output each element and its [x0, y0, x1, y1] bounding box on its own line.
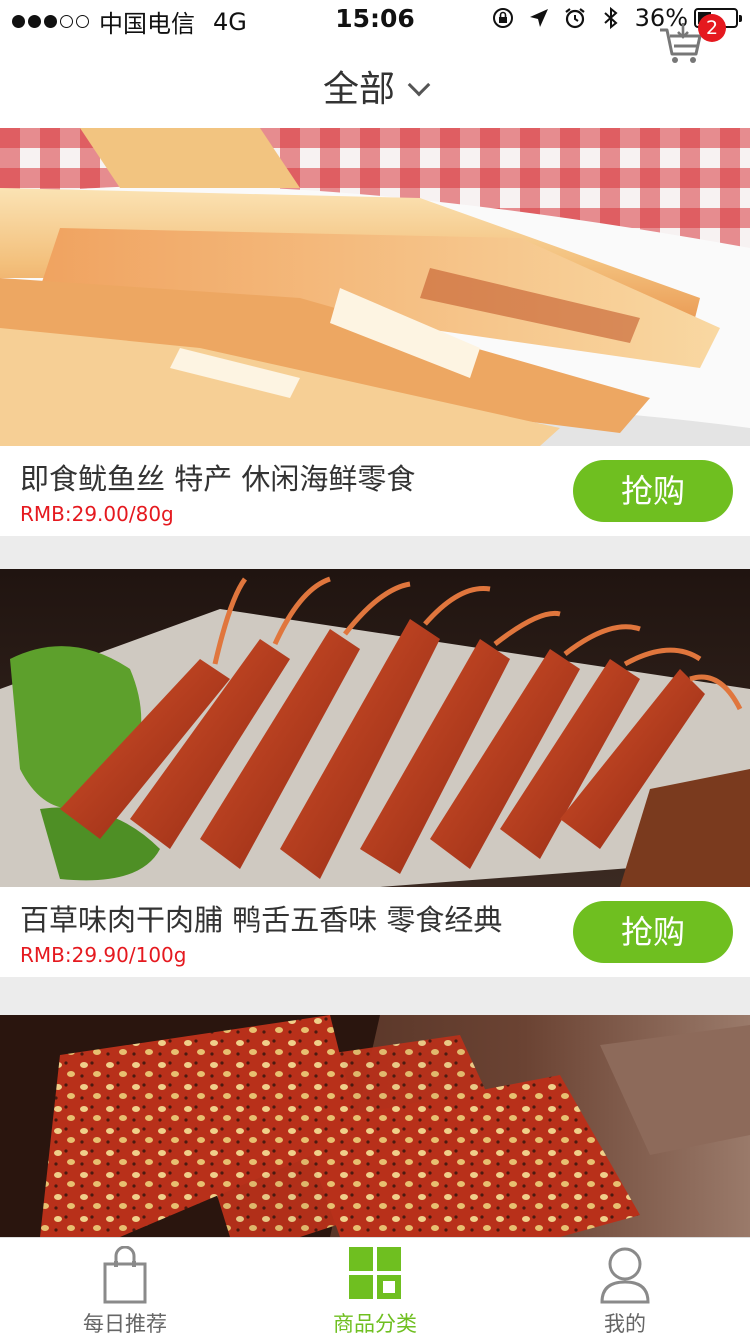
category-grid-icon	[349, 1247, 401, 1299]
tab-label: 每日推荐	[83, 1312, 167, 1334]
duck-tongue-photo[interactable]	[0, 569, 750, 887]
product-card[interactable]	[0, 1015, 750, 1237]
product-info: 即食鱿鱼丝 特产 休闲海鲜零食 RMB:29.00/80g 抢购	[0, 446, 750, 536]
nav-bar: 全部	[0, 40, 750, 128]
product-name: 即食鱿鱼丝 特产 休闲海鲜零食	[20, 462, 416, 496]
rotation-lock-icon	[492, 8, 513, 28]
alarm-clock-icon	[564, 8, 585, 29]
cart-count-badge: 2	[698, 14, 726, 42]
location-arrow-icon	[529, 9, 548, 27]
tab-label: 商品分类	[333, 1312, 417, 1334]
buy-now-button[interactable]: 抢购	[573, 901, 733, 963]
product-info: 百草味肉干肉脯 鸭舌五香味 零食经典 RMB:29.90/100g 抢购	[0, 887, 750, 977]
category-title: 全部	[322, 69, 395, 110]
tab-daily-recommend[interactable]: 每日推荐	[0, 1238, 250, 1334]
product-card[interactable]: 百草味肉干肉脯 鸭舌五香味 零食经典 RMB:29.90/100g 抢购	[0, 569, 750, 977]
category-dropdown[interactable]: 全部	[0, 60, 750, 112]
product-name: 百草味肉干肉脯 鸭舌五香味 零食经典	[20, 903, 503, 937]
product-price: RMB:29.90/100g	[20, 943, 187, 967]
dried-squid-photo[interactable]	[0, 128, 750, 446]
tab-label: 我的	[604, 1312, 646, 1334]
status-bar: 中国电信 4G 15:06 36%	[0, 0, 750, 40]
tab-bar: 每日推荐 商品分类 我的	[0, 1237, 750, 1334]
chevron-down-icon	[407, 73, 431, 97]
buy-now-button[interactable]: 抢购	[573, 460, 733, 522]
bluetooth-icon	[603, 6, 618, 30]
pork-jerky-photo[interactable]	[0, 1015, 750, 1237]
user-icon	[600, 1247, 650, 1304]
product-price: RMB:29.00/80g	[20, 502, 174, 526]
shopping-bag-icon	[103, 1246, 147, 1304]
tab-category[interactable]: 商品分类	[250, 1238, 500, 1334]
product-card[interactable]: 即食鱿鱼丝 特产 休闲海鲜零食 RMB:29.00/80g 抢购	[0, 128, 750, 536]
tab-mine[interactable]: 我的	[500, 1238, 750, 1334]
